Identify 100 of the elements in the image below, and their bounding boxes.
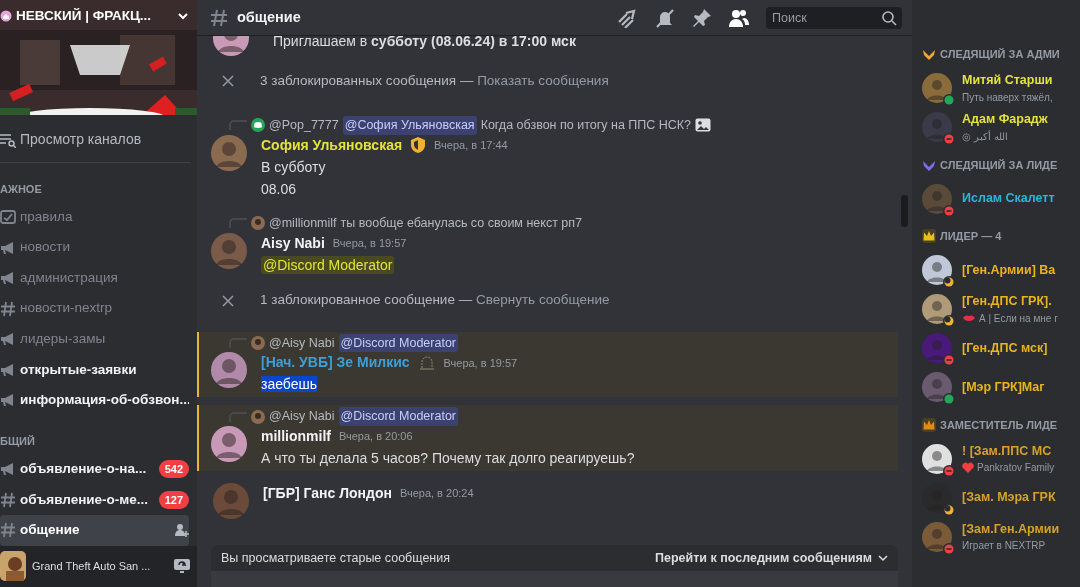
reply-text: ты вообще ебанулась со своим некст рп7 bbox=[340, 214, 583, 232]
muted-bell-icon[interactable] bbox=[654, 7, 676, 28]
reply-text: Когда обзвон по итогу на ППС НСК? bbox=[480, 117, 692, 134]
unread-badge: 127 bbox=[158, 490, 189, 509]
category-header[interactable]: БЩИЙ bbox=[0, 415, 197, 454]
member-status-text: ◎ الله أكبر bbox=[962, 129, 1008, 144]
search-icon bbox=[881, 9, 897, 26]
member-status-text: Pankratov Family bbox=[977, 461, 1055, 476]
search-field[interactable]: Поиск bbox=[766, 6, 902, 29]
avatar bbox=[922, 255, 952, 285]
member-item[interactable]: [Ген.ДПС ГРК]. А | Если на мне г bbox=[922, 289, 1080, 329]
section-header: СЛЕДЯЩИЙ ЗА АДМИ bbox=[940, 47, 1060, 62]
browse-icon bbox=[0, 131, 16, 148]
avatar bbox=[211, 134, 247, 171]
megaphone-icon bbox=[0, 392, 16, 409]
role-mention[interactable]: @Discord Moderator bbox=[261, 255, 395, 274]
channel-item[interactable]: объявление-о-на... 542 bbox=[0, 453, 189, 485]
avatar bbox=[922, 372, 952, 402]
author-name[interactable]: [ГБР] Ганс Лондон bbox=[263, 483, 392, 504]
bell-badge-icon bbox=[417, 353, 436, 372]
member-status-text: Путь наверх тяжёл, bbox=[962, 90, 1053, 105]
show-messages-link[interactable]: Свернуть сообщение bbox=[475, 292, 610, 308]
channel-item[interactable]: общение bbox=[0, 515, 189, 546]
shield-badge-icon bbox=[410, 136, 427, 155]
reply-author[interactable]: @millionmilf bbox=[269, 213, 337, 233]
member-item[interactable]: [Зам.Ген.Армии Играет в NEXTRP bbox=[922, 517, 1080, 556]
unread-badge: 542 bbox=[158, 460, 189, 479]
members-icon[interactable] bbox=[728, 7, 750, 28]
reply-author[interactable]: @Aisy Nabi bbox=[269, 407, 335, 426]
reply-line bbox=[229, 120, 247, 131]
channel-item[interactable]: новости bbox=[0, 232, 189, 263]
message-text: В субботу bbox=[261, 157, 327, 177]
megaphone-icon bbox=[0, 270, 16, 287]
member-item[interactable]: [Зам. Мэра ГРК bbox=[922, 478, 1080, 517]
member-item[interactable]: [Мэр ГРК]Маг bbox=[922, 367, 1080, 407]
megaphone-icon bbox=[0, 461, 16, 478]
jump-to-latest-button[interactable]: Перейти к последним сообщениям bbox=[654, 548, 888, 568]
avatar bbox=[211, 232, 247, 269]
message-text: 08.06 bbox=[261, 179, 298, 199]
server-name[interactable]: НЕВСКИЙ | ФРАКЦ... bbox=[16, 6, 173, 27]
chevron-down-icon bbox=[878, 554, 888, 562]
channel-item[interactable]: лидеры-замы bbox=[0, 323, 189, 355]
game-icon bbox=[0, 551, 26, 582]
avatar bbox=[211, 352, 247, 389]
scrollbar-thumb[interactable] bbox=[901, 195, 908, 227]
avatar bbox=[922, 482, 952, 513]
threads-icon[interactable] bbox=[616, 7, 638, 28]
section-header: ЛИДЕР — 4 bbox=[940, 229, 1002, 244]
reply-line bbox=[229, 337, 247, 348]
avatar bbox=[922, 112, 952, 142]
section-header: СЛЕДЯЩИЙ ЗА ЛИДЕ bbox=[940, 157, 1058, 173]
avatar bbox=[922, 333, 952, 363]
timestamp: Вчера, в 19:57 bbox=[332, 235, 407, 251]
add-member-icon[interactable] bbox=[175, 523, 189, 538]
channel-item[interactable]: администрация bbox=[0, 262, 189, 294]
hash-icon bbox=[209, 7, 229, 28]
avatar bbox=[251, 335, 265, 350]
mention[interactable]: @София Ульяновская bbox=[342, 116, 477, 135]
member-status-text: А | Если на мне г bbox=[979, 311, 1058, 326]
author-name[interactable]: [Нач. УВБ] Зе Милкис bbox=[261, 352, 410, 374]
blocked-notice: 3 заблокированных сообщения — Показать сообщения bbox=[260, 71, 609, 90]
avatar bbox=[211, 426, 247, 462]
member-item[interactable]: ! [Зам.ППС МС Pankratov Family bbox=[922, 439, 1080, 478]
mention[interactable]: @Discord Moderator bbox=[338, 407, 458, 426]
message-text: заебешь bbox=[261, 376, 317, 393]
category-header[interactable]: АЖНОЕ bbox=[0, 163, 197, 202]
channel-item[interactable]: новости-nextrp bbox=[0, 293, 189, 324]
channel-item[interactable]: объявление-о-ме... 127 bbox=[0, 484, 189, 516]
member-item[interactable]: [Ген.Армии] Ва bbox=[922, 250, 1080, 290]
hash-icon bbox=[0, 491, 16, 508]
member-item[interactable]: Ислам Скалетт bbox=[922, 179, 1080, 218]
avatar bbox=[251, 216, 265, 231]
hash-icon bbox=[0, 522, 16, 539]
browse-channels-link[interactable]: Просмотр каналов bbox=[0, 115, 191, 164]
avatar bbox=[922, 443, 952, 474]
pin-icon[interactable] bbox=[692, 7, 712, 28]
show-messages-link[interactable]: Показать сообщения bbox=[477, 72, 609, 88]
avatar bbox=[922, 183, 952, 214]
screen-share-icon[interactable] bbox=[173, 558, 191, 575]
timestamp: Вчера, в 19:57 bbox=[443, 355, 518, 371]
channel-item[interactable]: открытые-заявки bbox=[0, 354, 189, 385]
mention[interactable]: @Discord Moderator bbox=[338, 333, 458, 353]
channel-item[interactable]: информация-об-обзвон... bbox=[0, 384, 189, 416]
avatar bbox=[251, 409, 265, 424]
close-icon[interactable] bbox=[222, 294, 234, 307]
reply-author[interactable]: @Aisy Nabi bbox=[269, 333, 335, 353]
channel-title: общение bbox=[237, 7, 302, 27]
member-item[interactable]: [Ген.ДПС мск] bbox=[922, 328, 1080, 368]
member-status-text: Играет в NEXTRP bbox=[962, 539, 1046, 554]
megaphone-icon bbox=[0, 239, 16, 256]
author-name[interactable]: Aisy Nabi bbox=[261, 232, 325, 254]
channel-item[interactable]: правила bbox=[0, 201, 189, 233]
author-name[interactable]: София Ульяновская bbox=[261, 134, 403, 156]
checklist-icon bbox=[0, 209, 16, 225]
member-item[interactable]: Митяй Старши Путь наверх тяжёл, bbox=[922, 68, 1080, 108]
reply-author[interactable]: @Pop_7777 bbox=[269, 116, 339, 135]
activity-title: Grand Theft Auto San ... bbox=[32, 559, 152, 575]
avatar bbox=[213, 483, 249, 519]
close-icon[interactable] bbox=[222, 75, 234, 87]
author-name[interactable]: millionmilf bbox=[261, 426, 331, 447]
